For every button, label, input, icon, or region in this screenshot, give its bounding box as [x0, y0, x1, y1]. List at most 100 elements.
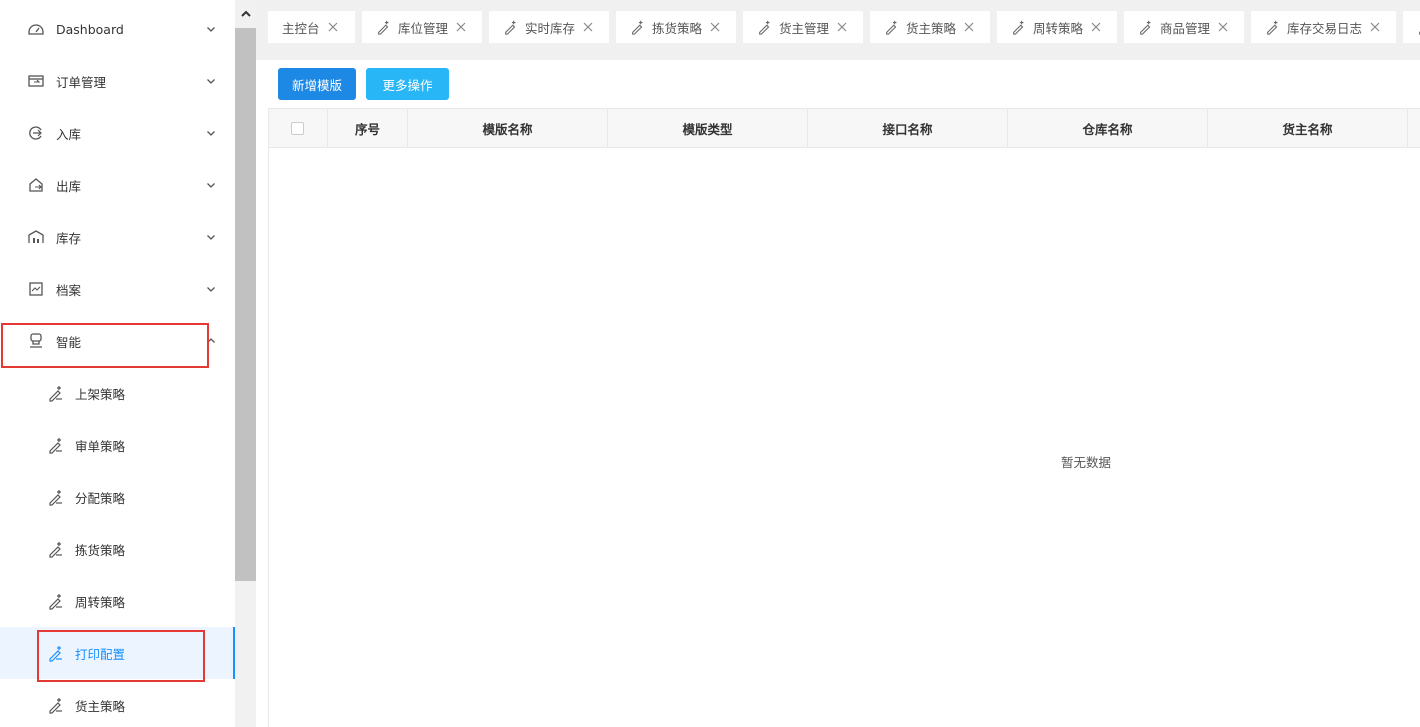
- tab-overflow[interactable]: [1403, 11, 1420, 43]
- sidebar-item-label: 审单策略: [75, 438, 126, 454]
- sidebar-subitem-owner-strategy[interactable]: 货主策略: [0, 679, 235, 727]
- close-icon[interactable]: [456, 22, 466, 32]
- tab-picking-strategy[interactable]: 拣货策略: [616, 11, 736, 43]
- sidebar-item-smart[interactable]: 智能: [0, 315, 235, 367]
- empty-state-text: 暂无数据: [1061, 455, 1112, 470]
- sidebar-subitem-putaway-strategy[interactable]: 上架策略: [0, 367, 235, 419]
- main-content: 新增模版 更多操作 序号 模版名称 模版类型 接口名称 仓库名称 货主名称 暂无…: [268, 60, 1420, 727]
- select-all-cell: [268, 109, 328, 147]
- strategy-icon: [47, 488, 65, 506]
- tab-realtime-inventory[interactable]: 实时库存: [489, 11, 609, 43]
- inventory-icon: [27, 228, 45, 246]
- chevron-down-icon: [205, 75, 217, 87]
- chevron-down-icon: [205, 283, 217, 295]
- sidebar-item-label: 分配策略: [75, 490, 126, 506]
- sidebar-item-label: 档案: [56, 282, 82, 298]
- column-header-interface-name[interactable]: 接口名称: [808, 109, 1008, 147]
- more-actions-button[interactable]: 更多操作: [366, 68, 449, 100]
- sidebar-item-label: 周转策略: [75, 594, 126, 610]
- column-header-owner-name[interactable]: 货主名称: [1208, 109, 1408, 147]
- sidebar-item-inventory[interactable]: 库存: [0, 211, 235, 263]
- column-header-template-type[interactable]: 模版类型: [608, 109, 808, 147]
- tab-label: 库存交易日志: [1287, 20, 1363, 36]
- sidebar-item-outbound[interactable]: 出库: [0, 159, 235, 211]
- sidebar-subitem-picking-strategy[interactable]: 拣货策略: [0, 523, 235, 575]
- close-icon[interactable]: [583, 22, 593, 32]
- sidebar-item-label: 订单管理: [56, 74, 107, 90]
- order-icon: [27, 72, 45, 90]
- tab-turnover-strategy[interactable]: 周转策略: [997, 11, 1117, 43]
- sidebar-scrollbar-thumb[interactable]: [235, 28, 256, 581]
- sidebar-item-label: Dashboard: [56, 21, 124, 37]
- column-header-template-name[interactable]: 模版名称: [408, 109, 608, 147]
- strategy-icon: [1011, 19, 1027, 35]
- smart-icon: [27, 332, 45, 350]
- close-icon[interactable]: [1370, 22, 1380, 32]
- tab-label: 主控台: [282, 20, 320, 36]
- sidebar-item-archive[interactable]: 档案: [0, 263, 235, 315]
- tab-label: 商品管理: [1160, 20, 1211, 36]
- sidebar-item-label: 库存: [56, 230, 82, 246]
- sidebar-subitem-print-config[interactable]: 打印配置: [0, 627, 235, 679]
- strategy-icon: [47, 436, 65, 454]
- tab-location-management[interactable]: 库位管理: [362, 11, 482, 43]
- table-header: 序号 模版名称 模版类型 接口名称 仓库名称 货主名称: [268, 108, 1420, 148]
- sidebar-subitem-review-strategy[interactable]: 审单策略: [0, 419, 235, 471]
- sidebar-subitem-turnover-strategy[interactable]: 周转策略: [0, 575, 235, 627]
- close-icon[interactable]: [328, 22, 338, 32]
- sidebar-item-dashboard[interactable]: Dashboard: [0, 3, 235, 55]
- chevron-down-icon: [205, 23, 217, 35]
- tab-owner-management[interactable]: 货主管理: [743, 11, 863, 43]
- strategy-icon: [47, 592, 65, 610]
- tab-owner-strategy[interactable]: 货主策略: [870, 11, 990, 43]
- archive-icon: [27, 280, 45, 298]
- tab-label: 货主策略: [906, 20, 957, 36]
- strategy-icon: [47, 696, 65, 714]
- close-icon[interactable]: [964, 22, 974, 32]
- sidebar-item-label: 货主策略: [75, 698, 126, 714]
- strategy-icon: [1265, 19, 1281, 35]
- chevron-up-icon: [205, 335, 217, 347]
- tab-bar-divider: [256, 50, 1420, 60]
- column-header-index[interactable]: 序号: [328, 109, 408, 147]
- strategy-icon: [630, 19, 646, 35]
- tab-bar: 主控台 库位管理 实时库存 拣货策略 货主管理 货主策略 周转策略 商品管理 库…: [256, 0, 1420, 50]
- tab-product-management[interactable]: 商品管理: [1124, 11, 1244, 43]
- close-icon[interactable]: [710, 22, 720, 32]
- add-template-button[interactable]: 新增模版: [278, 68, 356, 100]
- outbound-icon: [27, 176, 45, 194]
- chevron-down-icon: [205, 179, 217, 191]
- select-all-checkbox[interactable]: [291, 121, 304, 135]
- strategy-icon: [503, 19, 519, 35]
- scroll-up-arrow-icon[interactable]: [235, 0, 256, 28]
- close-icon[interactable]: [1218, 22, 1228, 32]
- strategy-icon: [757, 19, 773, 35]
- dashboard-icon: [27, 20, 45, 38]
- inbound-icon: [27, 124, 45, 142]
- sidebar-subitem-allocation-strategy[interactable]: 分配策略: [0, 471, 235, 523]
- tab-label: 周转策略: [1033, 20, 1084, 36]
- sidebar-item-label: 上架策略: [75, 386, 126, 402]
- strategy-icon: [47, 384, 65, 402]
- sidebar-item-label: 入库: [56, 126, 82, 142]
- table-left-border: [268, 108, 269, 727]
- sidebar-item-label: 出库: [56, 178, 82, 194]
- strategy-icon: [376, 19, 392, 35]
- tab-label: 货主管理: [779, 20, 830, 36]
- tab-label: 实时库存: [525, 20, 576, 36]
- close-icon[interactable]: [837, 22, 847, 32]
- sidebar-item-label: 打印配置: [75, 646, 126, 662]
- sidebar-item-label: 智能: [56, 334, 82, 350]
- tab-inventory-transaction-log[interactable]: 库存交易日志: [1251, 11, 1396, 43]
- strategy-icon: [47, 540, 65, 558]
- close-icon[interactable]: [1091, 22, 1101, 32]
- tab-label: 库位管理: [398, 20, 449, 36]
- strategy-icon: [1138, 19, 1154, 35]
- sidebar: Dashboard 订单管理 入库 出库 库存 档案 智能 上架策略 审单策略 …: [0, 0, 235, 727]
- sidebar-item-orders[interactable]: 订单管理: [0, 55, 235, 107]
- column-header-warehouse-name[interactable]: 仓库名称: [1008, 109, 1208, 147]
- sidebar-item-inbound[interactable]: 入库: [0, 107, 235, 159]
- tab-dashboard[interactable]: 主控台: [268, 11, 355, 43]
- strategy-icon: [47, 644, 65, 662]
- tab-label: 拣货策略: [652, 20, 703, 36]
